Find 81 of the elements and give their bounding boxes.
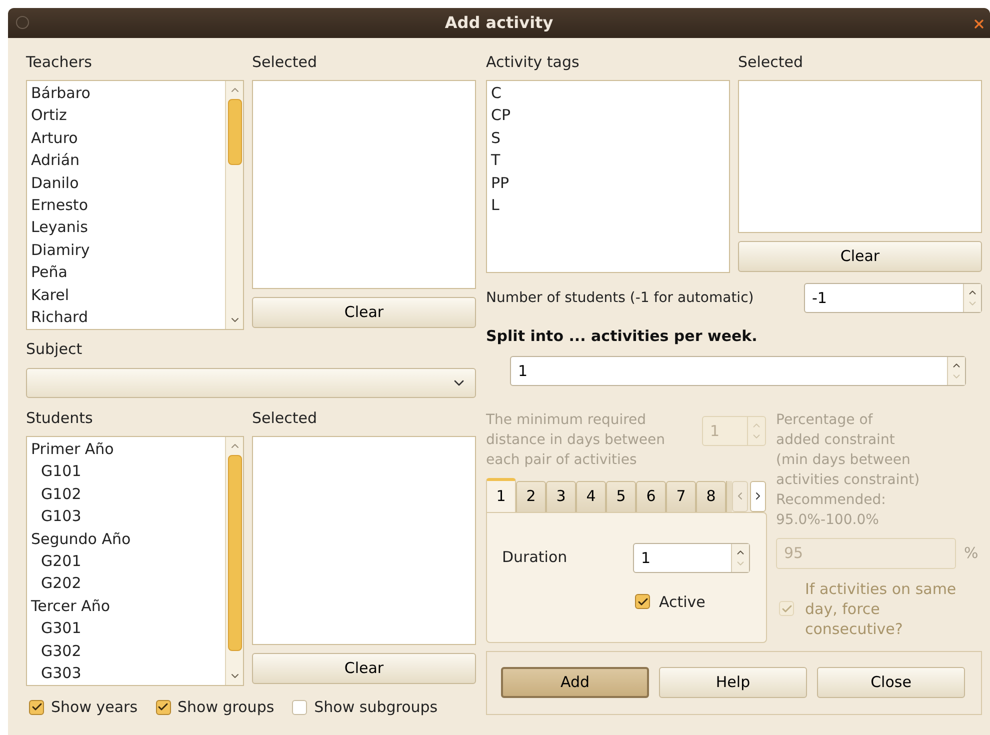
dialog-button[interactable]: Add — [501, 667, 649, 698]
teacher-item[interactable]: Adrián — [31, 149, 225, 172]
checkbox-label: Show years — [51, 697, 138, 718]
tag-item[interactable]: L — [491, 194, 729, 216]
tree-item[interactable]: G201 — [31, 550, 225, 572]
teacher-item[interactable]: Diamiry — [31, 238, 225, 262]
tree-item[interactable]: G103 — [31, 505, 225, 528]
selected-label: Selected — [252, 52, 318, 72]
teacher-item[interactable]: Karel — [31, 284, 225, 306]
tag-item[interactable]: C — [491, 82, 729, 104]
tree-item[interactable]: G102 — [31, 482, 225, 506]
number-of-students-label: Number of students (-1 for automatic) — [486, 288, 754, 308]
teacher-item[interactable]: Ernesto — [31, 194, 225, 216]
tag-item[interactable]: S — [491, 126, 729, 150]
checkbox-label: Show subgroups — [314, 697, 438, 718]
teacher-item[interactable]: Bárbaro — [31, 82, 225, 104]
clear-button[interactable]: Clear — [252, 297, 476, 328]
dialog-button[interactable]: Help — [659, 667, 807, 698]
clear-button[interactable]: Clear — [252, 653, 476, 684]
tab[interactable]: 3 — [546, 480, 576, 512]
tree-item[interactable]: G101 — [31, 460, 225, 483]
activity-tags-label: Activity tags — [486, 52, 580, 72]
teacher-item[interactable]: Leyanis — [31, 216, 225, 239]
consecutive-label: If activities on same day, force consecutive? — [805, 578, 958, 638]
tree-item[interactable]: G202 — [31, 572, 225, 595]
teacher-item[interactable]: Ortiz — [31, 104, 225, 127]
teacher-item[interactable]: Danilo — [31, 172, 225, 194]
teacher-item[interactable]: Arturo — [31, 126, 225, 150]
scrollbar[interactable] — [225, 437, 243, 685]
clear-button[interactable]: Clear — [738, 241, 982, 272]
scrollbar-thumb[interactable] — [228, 99, 242, 165]
students-label: Students — [26, 408, 94, 428]
activity-tags-list[interactable]: C CP S T PP L — [486, 80, 730, 273]
checkbox[interactable] — [29, 700, 44, 715]
tab[interactable]: 1 — [486, 478, 516, 512]
tree-item[interactable]: Primer Año — [31, 438, 225, 460]
tab[interactable]: 5 — [606, 480, 636, 512]
duration-label: Duration — [502, 547, 568, 568]
tag-item[interactable]: PP — [491, 172, 729, 194]
students-tree[interactable]: Primer Año G101 G102 G103 Segundo Año G201 G202 Tercer Año G301 G302 G303 — [26, 436, 244, 686]
tab[interactable]: 7 — [666, 480, 696, 512]
close-icon[interactable] — [972, 17, 986, 31]
tree-item[interactable]: Tercer Año — [31, 594, 225, 618]
tab[interactable]: 6 — [636, 480, 666, 512]
checkbox[interactable] — [292, 700, 308, 715]
subject-label: Subject — [26, 339, 84, 359]
percent-unit: % — [964, 542, 978, 564]
tab-scroll-left-button[interactable] — [732, 480, 748, 512]
window-menu-icon[interactable] — [16, 16, 29, 29]
checkbox[interactable] — [635, 594, 650, 610]
tab[interactable]: 8 — [696, 480, 726, 512]
scrollbar[interactable] — [225, 81, 243, 329]
checkbox[interactable] — [156, 700, 171, 715]
checkbox-label: Show groups — [178, 697, 274, 718]
min-days-label: The minimum required distance in days between each pair of activities — [486, 410, 666, 470]
tree-item[interactable]: G301 — [31, 617, 225, 640]
partial-tab[interactable] — [726, 480, 732, 512]
tag-item[interactable]: T — [491, 149, 729, 172]
dialog-button[interactable]: Close — [817, 667, 965, 698]
teacher-item[interactable]: Richard — [31, 306, 225, 328]
tag-item[interactable]: CP — [491, 104, 729, 127]
duration-field[interactable]: 1 — [633, 542, 750, 572]
selected-label: Selected — [252, 408, 318, 428]
number-of-students-field[interactable]: -1 — [804, 283, 982, 313]
tab[interactable]: 4 — [576, 480, 606, 512]
tab-scroll-right-button[interactable] — [750, 480, 766, 512]
split-field[interactable]: 1 — [510, 356, 966, 386]
percentage-label: Percentage of added constraint (min days between activities constraint) Recommended: 95.0%-100.0% — [776, 410, 921, 530]
teacher-item[interactable]: Peña — [31, 261, 225, 284]
teachers-list[interactable]: Bárbaro Ortiz Arturo Adrián Danilo Ernesto Leyanis Diamiry Peña Karel Richard — [26, 80, 244, 330]
tree-item[interactable]: G302 — [31, 640, 225, 662]
active-label: Active — [659, 592, 706, 612]
scrollbar-thumb[interactable] — [228, 455, 242, 651]
teachers-label: Teachers — [26, 52, 93, 72]
selected-label: Selected — [738, 52, 804, 72]
window-title: Add activity — [444, 12, 554, 34]
split-label: Split into ... activities per week. — [486, 326, 758, 347]
tree-item[interactable]: Segundo Año — [31, 528, 225, 550]
tab[interactable]: 2 — [516, 480, 546, 512]
tree-item[interactable]: G303 — [31, 662, 225, 684]
selected-list[interactable] — [738, 80, 982, 233]
